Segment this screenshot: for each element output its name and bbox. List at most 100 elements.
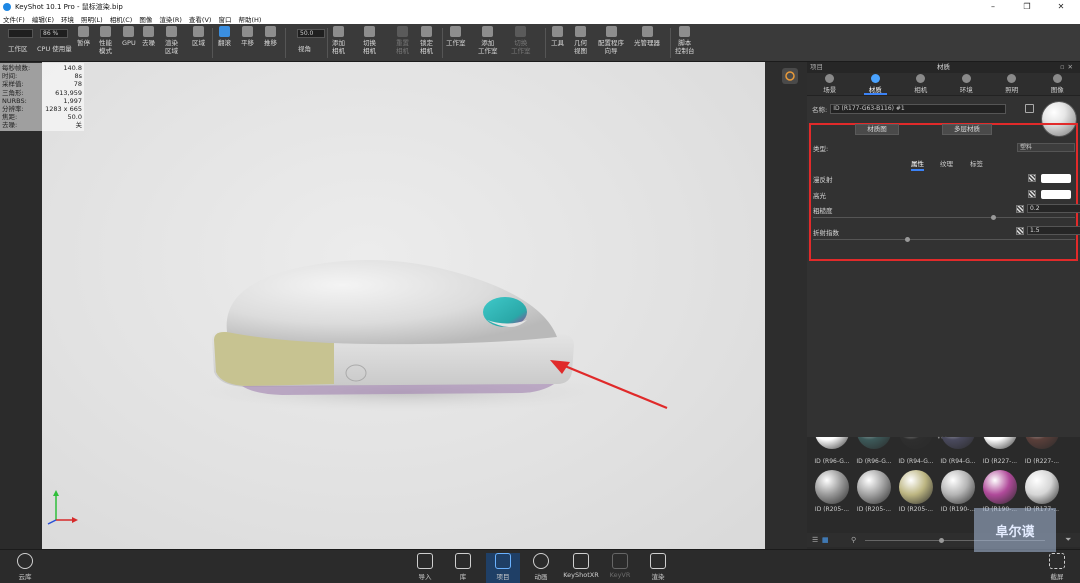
tools-icon [552, 26, 563, 37]
studio-button[interactable]: 工作室 [446, 26, 466, 47]
render-button[interactable]: 渲染 [641, 553, 675, 581]
tab-material[interactable]: 材质 [853, 73, 899, 95]
search-icon[interactable]: ⚲ [851, 536, 856, 544]
ior-texture-icon[interactable] [1016, 227, 1024, 235]
multi-material-button[interactable]: 多层材质 [942, 124, 992, 135]
menu-camera[interactable]: 相机(C) [110, 14, 133, 24]
settings-icon [785, 71, 795, 81]
diffuse-texture-icon[interactable] [1028, 174, 1036, 182]
menu-image[interactable]: 图像 [139, 14, 152, 24]
maximize-button[interactable]: ❐ [1010, 0, 1044, 13]
add-camera-button[interactable]: 添加 相机 [332, 26, 345, 55]
menu-window[interactable]: 窗口 [218, 14, 231, 24]
menu-environment[interactable]: 环境 [61, 14, 74, 24]
workspace-button[interactable]: 工作区 [8, 45, 28, 53]
geometry-view-button[interactable]: 几何 视图 [574, 26, 587, 55]
close-button[interactable]: ✕ [1044, 0, 1078, 13]
specular-label: 高光 [813, 192, 826, 200]
configurator-wizard-button[interactable]: 配置程序 向导 [598, 26, 624, 55]
material-thumbnail[interactable] [815, 470, 849, 504]
viewport-settings-button[interactable] [782, 68, 798, 84]
render-viewport[interactable] [42, 62, 765, 549]
render-region-button[interactable]: 渲染 区域 [165, 26, 178, 55]
tools-button[interactable]: 工具 [551, 26, 564, 47]
switch-studio-button[interactable]: 切换 工作室 [511, 26, 531, 55]
keyshotxr-button[interactable]: KeyShotXR [563, 553, 599, 579]
specular-texture-icon[interactable] [1028, 190, 1036, 198]
roughness-value[interactable]: 0.2 [1027, 204, 1080, 213]
menu-lighting[interactable]: 照明(L) [81, 14, 103, 24]
switch-camera-button[interactable]: 切换 相机 [363, 26, 376, 55]
material-thumbnail[interactable] [899, 470, 933, 504]
ior-slider-handle[interactable] [904, 237, 910, 242]
material-thumbnail-label: ID (R94-G... [940, 458, 976, 465]
import-button[interactable]: 导入 [408, 553, 442, 581]
cube-icon [573, 553, 589, 569]
tab-lighting[interactable]: 照明 [989, 73, 1035, 95]
cloud-library-button[interactable]: 云库 [8, 553, 42, 581]
workspace-dropdown[interactable] [8, 29, 33, 38]
list-view-icon[interactable]: ☰ [812, 536, 818, 544]
specular-color-swatch[interactable] [1041, 190, 1071, 199]
panel-separator [765, 62, 807, 549]
filter-icon[interactable]: ⏷ [1065, 535, 1071, 545]
tab-camera[interactable]: 相机 [898, 73, 944, 95]
pan-button[interactable]: 平移 [241, 26, 254, 47]
performance-mode-button[interactable]: 性能 模式 [99, 26, 112, 55]
animation-button[interactable]: 动画 [524, 553, 558, 581]
script-console-button[interactable]: 脚本 控制台 [675, 26, 695, 55]
diffuse-color-swatch[interactable] [1041, 174, 1071, 183]
dolly-button[interactable]: 推移 [264, 26, 277, 47]
roughness-texture-icon[interactable] [1016, 205, 1024, 213]
keyvr-button[interactable]: KeyVR [603, 553, 637, 579]
stat-fps: 每秒帧数: 140.8 [2, 64, 82, 72]
tab-scene[interactable]: 场景 [807, 73, 853, 95]
project-button[interactable]: 项目 [486, 553, 520, 583]
cpu-usage-field[interactable]: 86 % [40, 29, 68, 38]
material-thumbnail-label: ID (R205-... [898, 506, 934, 513]
add-studio-icon [482, 26, 494, 37]
roughness-slider[interactable] [813, 217, 1075, 218]
pause-button[interactable]: 暂停 [77, 26, 90, 47]
material-thumbnail[interactable] [857, 470, 891, 504]
subtab-textures[interactable]: 纹理 [940, 158, 953, 168]
light-manager-button[interactable]: 光管理器 [634, 26, 660, 47]
subtab-labels[interactable]: 标签 [970, 158, 983, 168]
menu-render[interactable]: 渲染(R) [159, 14, 182, 24]
material-type-dropdown[interactable]: 塑料 [1017, 143, 1075, 152]
material-thumbnail[interactable] [1025, 470, 1059, 504]
menu-view[interactable]: 查看(V) [189, 14, 212, 24]
menu-help[interactable]: 帮助(H) [238, 14, 261, 24]
screenshot-button[interactable]: 截屏 [1040, 553, 1074, 581]
lock-camera-button[interactable]: 锁定 相机 [420, 26, 433, 55]
denoise-button[interactable]: 去噪 [142, 26, 155, 47]
reset-camera-button[interactable]: 重置 相机 [396, 26, 409, 55]
menu-file[interactable]: 文件(F) [3, 14, 25, 24]
ior-value[interactable]: 1.5 [1027, 226, 1080, 235]
material-thumbnail[interactable] [941, 470, 975, 504]
menu-edit[interactable]: 编辑(E) [32, 14, 54, 24]
grid-view-icon[interactable]: ▦ [822, 536, 829, 544]
add-camera-label: 添加 相机 [332, 39, 345, 55]
panel-window-controls[interactable]: ▫✕ [1060, 62, 1076, 73]
fov-button[interactable]: 视角 [298, 45, 311, 53]
material-name-field[interactable]: ID (R177-G63-B116) #1 [830, 104, 1007, 114]
material-graph-button[interactable]: 材质图 [855, 124, 899, 135]
gpu-button[interactable]: GPU [122, 26, 136, 47]
library-button[interactable]: 库 [446, 553, 480, 581]
add-studio-button[interactable]: 添加 工作室 [478, 26, 498, 55]
performance-mode-icon [100, 26, 111, 37]
fov-field[interactable]: 50.0 [297, 29, 325, 38]
cpu-usage-button[interactable]: CPU 使用量 [37, 45, 72, 53]
subtab-properties[interactable]: 属性 [911, 158, 924, 171]
ior-slider[interactable] [813, 239, 1075, 240]
save-material-icon[interactable] [1025, 104, 1034, 113]
panel-header: 项目 材质 ▫✕ [807, 62, 1080, 73]
material-thumbnail[interactable] [983, 470, 1017, 504]
thumbnail-size-handle[interactable] [939, 538, 944, 543]
tumble-button[interactable]: 翻滚 [218, 26, 231, 47]
minimize-button[interactable]: – [976, 0, 1010, 13]
region-button[interactable]: 区域 [192, 26, 205, 47]
tab-image[interactable]: 图像 [1035, 73, 1080, 95]
tab-environment[interactable]: 环境 [944, 73, 990, 95]
